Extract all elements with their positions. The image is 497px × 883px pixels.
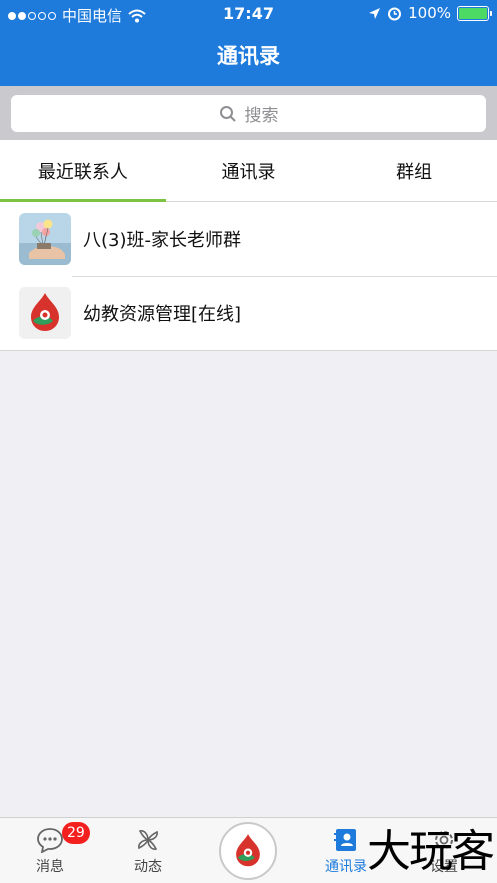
bottom-tab-bar: 消息 29 动态 通讯录 设置 大玩客 — [0, 817, 497, 883]
battery-icon — [457, 5, 492, 21]
center-app-button[interactable] — [219, 822, 277, 880]
watermark: 大玩客 — [367, 826, 495, 877]
search-input[interactable]: 搜索 — [11, 95, 486, 132]
tab-label: 最近联系人 — [37, 161, 128, 183]
list-item[interactable]: 八(3)班-家长老师群 — [0, 202, 497, 276]
list-item[interactable]: 幼教资源管理[在线] — [0, 276, 497, 350]
tab-contacts[interactable]: 通讯录 — [166, 140, 332, 201]
segment-tabs: 最近联系人 通讯录 群组 — [0, 140, 497, 202]
pinwheel-icon — [133, 826, 163, 854]
avatar — [19, 287, 71, 339]
chat-bubble-icon — [35, 826, 65, 854]
contacts-icon — [331, 826, 361, 854]
location-arrow-icon — [369, 7, 381, 19]
search-bar-container: 搜索 — [0, 86, 497, 140]
app-logo-icon — [236, 834, 260, 867]
tab-label: 群组 — [396, 161, 433, 183]
alarm-clock-icon — [388, 7, 402, 20]
top-bar: 中国电信 17:47 100% 通讯录 — [0, 0, 497, 86]
search-icon — [219, 105, 236, 122]
tab-groups[interactable]: 群组 — [331, 140, 497, 201]
tab-label: 通讯录 — [221, 161, 276, 183]
tabbar-item-messages[interactable]: 消息 29 — [10, 818, 90, 883]
unread-badge: 29 — [62, 822, 90, 844]
contact-name: 八(3)班-家长老师群 — [83, 230, 241, 251]
tab-recent-contacts[interactable]: 最近联系人 — [0, 140, 166, 202]
avatar — [19, 213, 71, 265]
page-title: 通讯录 — [217, 44, 280, 68]
contact-list: 八(3)班-家长老师群 幼教资源管理[在线] — [0, 202, 497, 351]
tabbar-item-feed[interactable]: 动态 — [108, 818, 188, 883]
tabbar-label: 通讯录 — [325, 859, 367, 875]
search-placeholder: 搜索 — [244, 106, 279, 126]
status-bar: 中国电信 17:47 100% — [0, 0, 497, 28]
contact-name: 幼教资源管理[在线] — [83, 304, 242, 325]
tabbar-label: 动态 — [134, 859, 162, 875]
tabbar-label: 消息 — [36, 859, 64, 875]
battery-percent: 100% — [408, 4, 451, 22]
